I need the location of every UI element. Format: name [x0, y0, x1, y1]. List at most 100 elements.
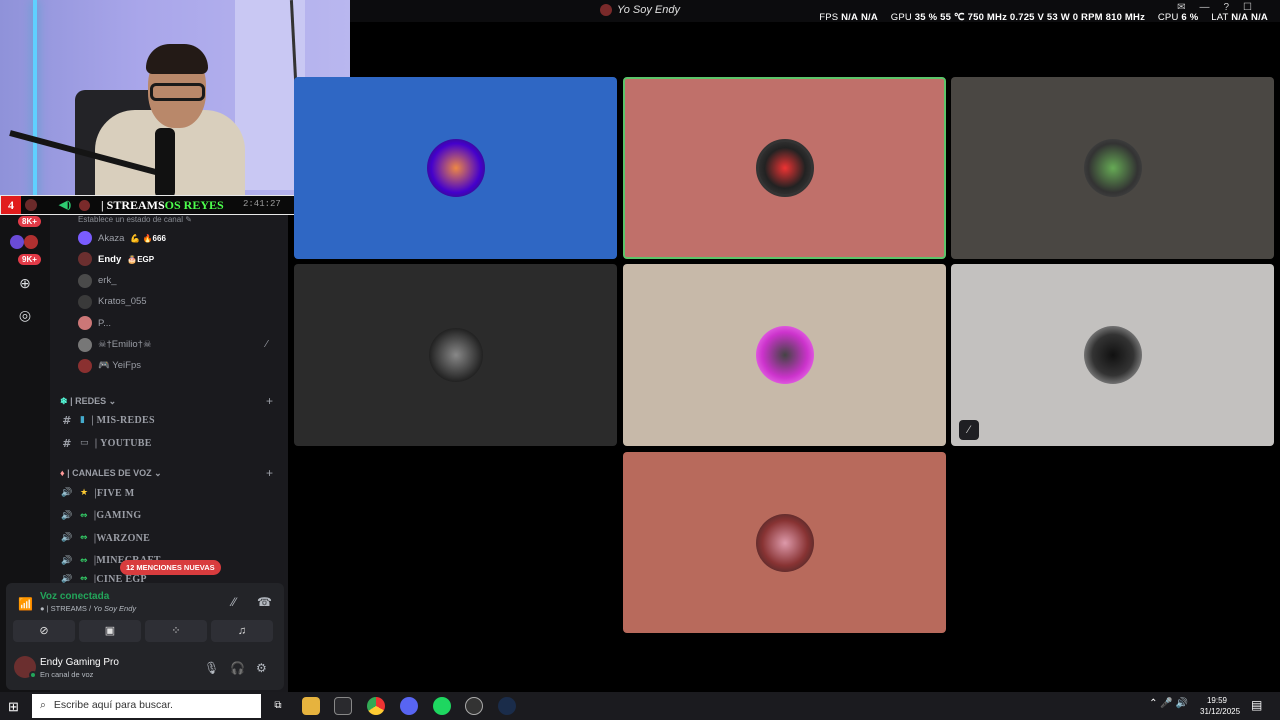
clock-date: 31/12/2025 — [1200, 707, 1241, 716]
voice-member[interactable]: ☠†Emilio†☠ — [78, 336, 151, 354]
voice-channel-label: FIVE M — [96, 487, 135, 499]
snowflake-icon: ❄ — [60, 396, 68, 406]
ticker-name-a: | STREAM — [101, 198, 158, 212]
user-status: En canal de voz — [40, 670, 94, 679]
chevron-up-icon[interactable]: ⌃ — [1149, 698, 1157, 709]
spotify-icon[interactable] — [433, 697, 451, 715]
gpu-fan: 0 RPM — [1072, 12, 1103, 23]
microphone — [155, 128, 175, 197]
help-icon[interactable]: ? — [1223, 2, 1229, 13]
search-placeholder: Escribe aquí para buscar. — [53, 699, 173, 711]
voice-member[interactable]: P... — [78, 314, 111, 332]
inbox-icon[interactable]: ✉ — [1177, 2, 1185, 13]
window-controls: ✉ — ? ☐ — [1177, 2, 1252, 13]
participant-tile-3[interactable] — [951, 77, 1274, 259]
member-name: Kratos_055 — [98, 296, 147, 308]
obs-icon[interactable] — [465, 697, 483, 715]
speaker-icon: 🔊 — [61, 510, 73, 521]
store-icon[interactable] — [334, 697, 352, 715]
channel-youtube[interactable]: # ▭ | YOUTUBE — [60, 434, 152, 452]
cpu-load: 6 % — [1181, 12, 1199, 23]
steam-icon[interactable] — [498, 697, 516, 715]
chrome-icon[interactable] — [367, 697, 385, 715]
file-explorer-icon[interactable] — [302, 697, 320, 715]
explore-icon[interactable]: ◎ — [16, 306, 34, 324]
mic-tray-icon[interactable]: 🎤 — [1160, 698, 1172, 709]
participant-avatar — [755, 326, 814, 384]
participant-tile-6[interactable]: ⁄ — [951, 264, 1274, 446]
taskbar-search[interactable]: ⌕ Escribe aquí para buscar. — [32, 694, 261, 718]
participant-tile-1[interactable] — [294, 77, 617, 259]
maximize-icon[interactable]: ☐ — [1243, 2, 1252, 13]
lat-value: N/A — [1231, 12, 1249, 23]
settings-gear-icon[interactable]: ⚙ — [256, 661, 267, 675]
windows-start-icon[interactable]: ⊞ — [8, 699, 19, 715]
channel-emoji-icon: ⇔ — [80, 555, 88, 566]
voice-connection-panel: 📶 Voz conectada ● | STREAMS / Yo Soy End… — [6, 583, 284, 690]
participant-avatar — [755, 513, 814, 572]
notifications-icon[interactable]: ▤ — [1251, 698, 1262, 712]
voice-member[interactable]: erk_ — [78, 272, 116, 290]
member-name: Akaza — [98, 232, 125, 244]
mic-emoji-icon: ♦ — [60, 468, 65, 478]
microphone-icon[interactable]: 🎙 — [204, 661, 219, 675]
screen-share-icon: ▣ — [104, 625, 116, 637]
add-server-icon[interactable]: ⊕ — [16, 274, 34, 292]
voice-status[interactable]: Voz conectada — [40, 591, 109, 602]
voice-member[interactable]: 🎮 YeiFps — [78, 357, 141, 375]
soundboard-button[interactable]: ♫ — [211, 620, 273, 642]
speaker-icon: ◀) — [59, 199, 72, 211]
ticker-avatar — [25, 199, 37, 211]
participant-tile-2-speaking[interactable] — [623, 77, 946, 259]
member-avatar — [78, 273, 92, 288]
phone-icon: ▮ — [80, 415, 86, 425]
signal-icon[interactable]: 📶 — [18, 597, 33, 611]
server-icon[interactable] — [10, 235, 24, 249]
new-mentions-badge[interactable]: 12 MENCIONES NUEVAS — [120, 560, 221, 575]
voice-member[interactable]: Kratos_055 — [78, 293, 147, 311]
gpu-load: 35 % — [914, 12, 938, 23]
channel-mis-redes[interactable]: # ▮ | MIS-REDES — [60, 411, 155, 429]
voice-channel-path: ● | STREAMS / Yo Soy Endy — [40, 604, 137, 613]
noise-suppression-icon[interactable]: ⁄⁄ — [232, 595, 236, 609]
headphones-icon[interactable]: 🎧 — [230, 661, 245, 675]
participant-tile-5[interactable] — [623, 264, 946, 446]
voice-member[interactable]: Akaza 💪 🔥666 — [78, 229, 166, 247]
taskbar-clock[interactable]: 19:59 31/12/2025 — [1200, 695, 1241, 717]
discord-icon[interactable] — [400, 697, 418, 715]
camera-off-icon: ⊘ — [39, 625, 49, 637]
category-voz[interactable]: ♦ | CANALES DE VOZ ⌄ — [60, 468, 162, 479]
member-name: 🎮 YeiFps — [98, 360, 141, 372]
add-voice-channel-icon[interactable]: + — [266, 466, 273, 480]
streamer-glasses — [150, 83, 205, 101]
server-badge-1: 8K+ — [18, 216, 41, 227]
channel-youtube-label: YOUTUBE — [100, 437, 152, 449]
participant-tile-4[interactable] — [294, 264, 617, 446]
member-name: P... — [98, 317, 112, 329]
minimize-icon[interactable]: — — [1199, 2, 1209, 13]
add-channel-icon[interactable]: + — [266, 394, 273, 408]
voice-channel[interactable]: 🔊 ⇔ | WARZONE — [60, 529, 150, 547]
speaker-icon: 🔊 — [61, 488, 73, 498]
volume-icon[interactable]: 🔊 — [1176, 698, 1188, 709]
voice-channel-name: | STREAMS / — [46, 604, 94, 613]
task-view-icon[interactable]: ⧉ — [269, 697, 287, 715]
lat-value-2: N/A — [1251, 12, 1268, 23]
window-title: Yo Soy Endy — [600, 4, 680, 17]
server-icon-2[interactable] — [24, 235, 38, 249]
camera-off-button[interactable]: ⊘ — [13, 620, 75, 642]
ticker-name-c: OS REYES — [164, 198, 224, 212]
category-redes[interactable]: ❄ | REDES ⌄ — [60, 396, 116, 407]
user-name[interactable]: Endy Gaming Pro — [40, 657, 119, 668]
activities-button[interactable]: ⁘ — [145, 620, 207, 642]
activities-icon: ⁘ — [171, 625, 181, 637]
voice-channel[interactable]: 🔊 ★ | FIVE M — [60, 484, 135, 502]
channel-status-text: Establece un estado de canal — [78, 215, 183, 224]
participant-tile-7[interactable] — [623, 452, 946, 633]
channel-emoji-icon: ⇔ — [80, 533, 88, 543]
channel-status[interactable]: Establece un estado de canal ✎ — [78, 215, 192, 224]
voice-member[interactable]: Endy 🎂EGP — [78, 250, 154, 268]
screen-share-button[interactable]: ▣ — [79, 620, 141, 642]
disconnect-icon[interactable]: ☎ — [257, 595, 272, 609]
voice-channel[interactable]: 🔊 ⇔ | GAMING — [60, 507, 142, 525]
